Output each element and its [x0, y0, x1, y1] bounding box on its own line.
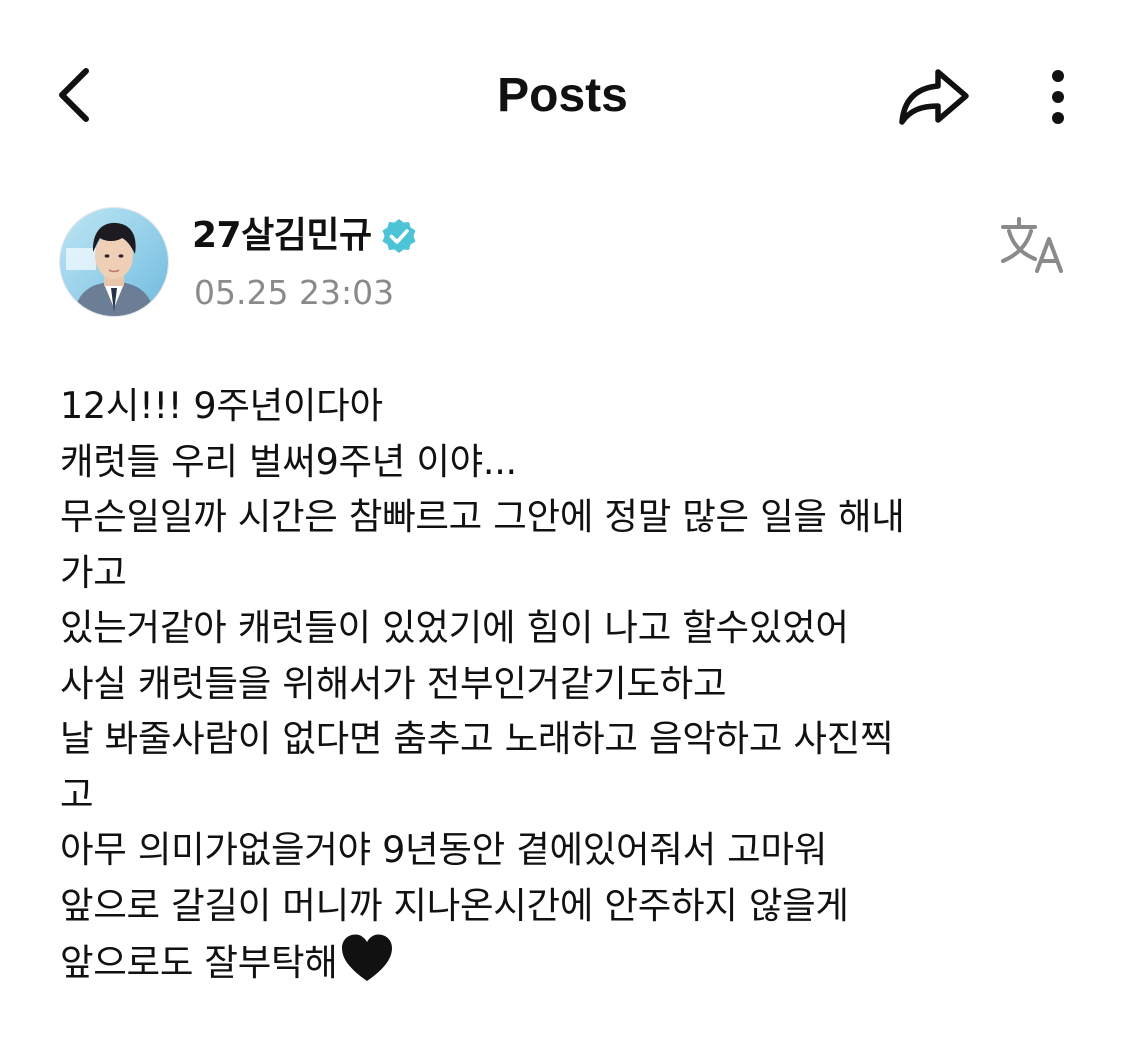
post-line: 앞으로 갈길이 머니까 지나온시간에 안주하지 않을게 — [60, 883, 849, 927]
translate-icon — [1001, 217, 1063, 273]
post-line: 캐럿들 우리 벌써9주년 이야... — [60, 439, 517, 483]
author-row: 27살김민규 — [192, 208, 418, 264]
more-options-button[interactable] — [1030, 60, 1086, 132]
share-button[interactable] — [892, 60, 976, 132]
post-line-text: 앞으로도 잘부탁해 — [60, 941, 338, 984]
translate-button[interactable] — [996, 212, 1072, 276]
avatar[interactable] — [60, 208, 168, 316]
post-line: 있는거같아 캐럿들이 있었기에 힘이 나고 할수있었어 — [60, 606, 849, 649]
share-arrow-icon — [899, 69, 969, 125]
author-name[interactable]: 27살김민규 — [192, 212, 372, 260]
post-line: 날 봐줄사람이 없다면 춤추고 노래하고 음악하고 사진찍 — [60, 717, 894, 760]
top-bar: Posts — [0, 0, 1125, 190]
post-line: 사실 캐럿들을 위해서가 전부인거같기도하고 — [60, 661, 727, 705]
post-body: 12시!!! 9주년이다아 캐럿들 우리 벌써9주년 이야... 무슨일일까 시… — [60, 378, 1070, 989]
post-line: 12시!!! 9주년이다아 — [60, 384, 383, 427]
profile-photo — [60, 208, 168, 316]
black-heart-icon — [340, 933, 394, 983]
post-line: 고 — [60, 772, 94, 816]
post-line: 아무 의미가없을거야 9년동안 곁에있어줘서 고마워 — [60, 828, 828, 871]
vertical-dots-icon — [1052, 70, 1064, 124]
post-timestamp: 05.25 23:03 — [194, 273, 395, 312]
post-line: 가고 — [60, 550, 127, 594]
post-line-last: 앞으로도 잘부탁해 — [60, 933, 1070, 989]
post-line: 무슨일일까 시간은 참빠르고 그안에 정말 많은 일을 해내 — [60, 495, 905, 538]
verified-badge-icon — [380, 217, 418, 255]
